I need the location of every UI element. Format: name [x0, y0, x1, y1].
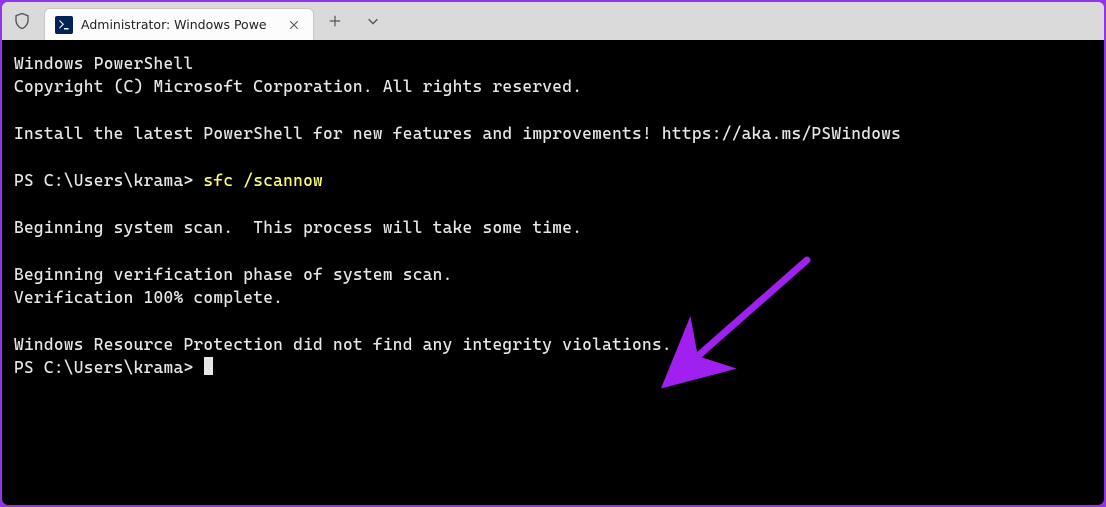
annotation-arrow-icon — [652, 250, 822, 390]
terminal-line: Beginning system scan. This process will… — [14, 218, 582, 237]
tab-dropdown-button[interactable] — [356, 6, 390, 36]
powershell-icon — [55, 16, 73, 34]
terminal-line: Copyright (C) Microsoft Corporation. All… — [14, 77, 582, 96]
terminal-prompt: PS C:\Users\krama> — [14, 171, 203, 190]
tab-powershell[interactable]: Administrator: Windows Powe — [44, 8, 314, 40]
terminal-prompt: PS C:\Users\krama> — [14, 358, 203, 377]
terminal-window: Administrator: Windows Powe Windows Powe… — [2, 2, 1104, 505]
tab-close-button[interactable] — [285, 16, 303, 34]
new-tab-button[interactable] — [318, 6, 352, 36]
tab-title: Administrator: Windows Powe — [81, 17, 277, 32]
terminal-line: Beginning verification phase of system s… — [14, 265, 453, 284]
terminal-line: Install the latest PowerShell for new fe… — [14, 124, 901, 143]
terminal-cursor — [204, 357, 213, 375]
admin-shield-icon — [12, 11, 32, 31]
tab-bar: Administrator: Windows Powe — [2, 2, 1104, 40]
terminal-pane[interactable]: Windows PowerShell Copyright (C) Microso… — [2, 40, 1104, 505]
terminal-line: Verification 100% complete. — [14, 288, 283, 307]
terminal-line: Windows Resource Protection did not find… — [14, 335, 672, 354]
terminal-command: sfc /scannow — [203, 171, 323, 190]
terminal-line: Windows PowerShell — [14, 54, 193, 73]
